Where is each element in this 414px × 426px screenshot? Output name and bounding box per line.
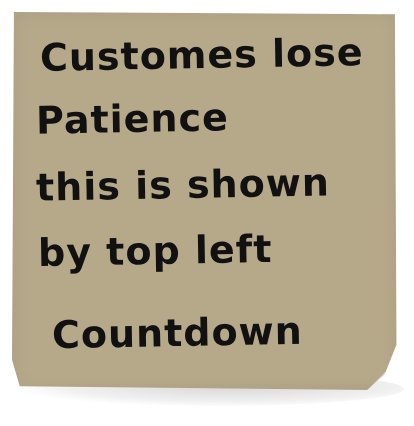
note-line-1: Customes lose <box>39 30 364 80</box>
canvas: Customes lose Patience this is shown by … <box>0 0 414 426</box>
sticky-note: Customes lose Patience this is shown by … <box>12 12 397 390</box>
note-line-5: Countdown <box>51 308 304 358</box>
note-line-4: by top left <box>37 226 273 276</box>
note-line-3: this is shown <box>35 160 331 210</box>
note-line-2: Patience <box>35 95 230 143</box>
